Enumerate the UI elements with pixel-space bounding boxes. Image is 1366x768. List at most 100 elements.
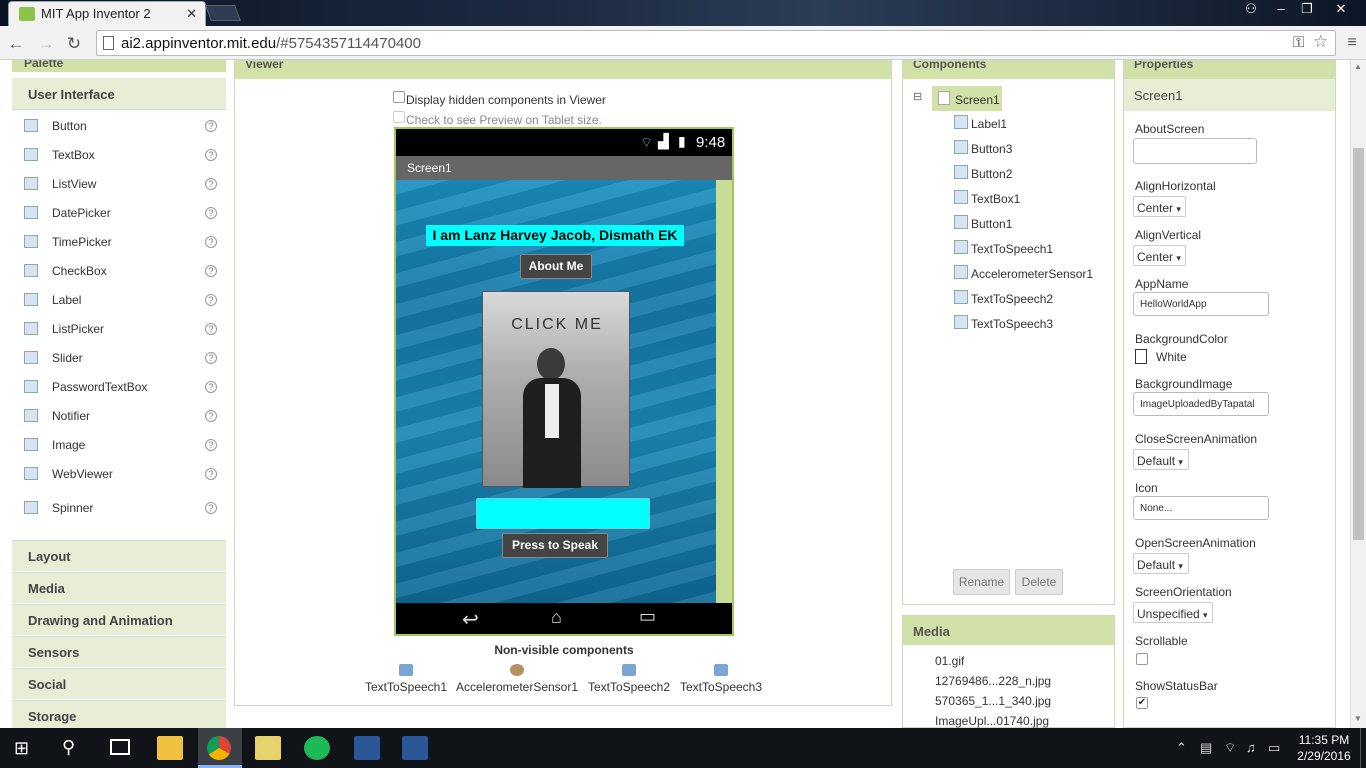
help-icon[interactable]: ? <box>205 468 217 480</box>
tablet-preview-checkbox[interactable] <box>393 111 405 123</box>
about-screen-input[interactable] <box>1133 138 1257 164</box>
media-file[interactable]: 570365_1...1_340.jpg <box>935 694 1051 708</box>
help-icon[interactable]: ? <box>205 120 217 132</box>
nonvisible-tts2[interactable]: TextToSpeech2 <box>584 664 674 694</box>
chrome-menu-icon[interactable]: ≡ <box>1342 34 1362 52</box>
help-icon[interactable]: ? <box>205 410 217 422</box>
palette-category-social[interactable]: Social <box>12 668 226 699</box>
palette-item-webviewer[interactable]: WebViewer? <box>12 460 226 489</box>
palette-category-media[interactable]: Media <box>12 572 226 603</box>
help-icon[interactable]: ? <box>205 352 217 364</box>
help-icon[interactable]: ? <box>205 265 217 277</box>
help-icon[interactable]: ? <box>205 149 217 161</box>
spotify-icon[interactable] <box>304 736 330 760</box>
tray-wifi-icon[interactable]: ⌔ <box>1224 740 1236 756</box>
icon-input[interactable]: None... <box>1133 496 1269 520</box>
show-hidden-checkbox[interactable] <box>393 91 405 103</box>
press-to-speak-button[interactable]: Press to Speak <box>502 533 608 558</box>
address-bar[interactable]: ai2.appinventor.mit.edu/#575435711447040… <box>96 30 1336 56</box>
scroll-up-icon[interactable]: ▲ <box>1354 62 1362 71</box>
textbox1-preview[interactable] <box>476 498 650 529</box>
bookmark-star-icon[interactable]: ☆ <box>1313 32 1328 52</box>
windows-start-icon[interactable]: ⊞ <box>14 738 29 759</box>
chrome-taskbar-button[interactable] <box>198 728 242 768</box>
file-explorer-icon[interactable] <box>157 736 183 760</box>
palette-item-passwordtextbox[interactable]: PasswordTextBox? <box>12 373 226 402</box>
show-status-bar-checkbox[interactable]: ✔ <box>1136 697 1148 709</box>
help-icon[interactable]: ? <box>205 323 217 335</box>
close-anim-dropdown[interactable]: Default ▾ <box>1133 449 1189 470</box>
browser-tab[interactable]: MIT App Inventor 2 ✕ <box>8 1 206 26</box>
user-profile-icon[interactable]: ⚇ <box>1238 0 1264 18</box>
palette-item-listview[interactable]: ListView? <box>12 170 226 199</box>
back-icon[interactable]: ← <box>6 34 26 54</box>
palette-category-layout[interactable]: Layout <box>12 540 226 571</box>
nonvisible-tts3[interactable]: TextToSpeech3 <box>676 664 766 694</box>
app-name-input[interactable]: HelloWorldApp <box>1133 292 1269 316</box>
click-me-image-button[interactable]: CLICK ME <box>482 291 630 488</box>
search-icon[interactable]: ⚲ <box>62 737 75 758</box>
background-image-input[interactable]: ImageUploadedByTapatal <box>1133 392 1269 416</box>
palette-item-button[interactable]: Button? <box>12 112 226 141</box>
help-icon[interactable]: ? <box>205 294 217 306</box>
scrollable-checkbox[interactable] <box>1136 653 1148 665</box>
visio-icon[interactable] <box>354 736 380 760</box>
screen-orientation-dropdown[interactable]: Unspecified ▾ <box>1133 602 1213 623</box>
about-me-button[interactable]: About Me <box>520 254 592 279</box>
palette-item-listpicker[interactable]: ListPicker? <box>12 315 226 344</box>
open-anim-dropdown[interactable]: Default ▾ <box>1133 553 1189 574</box>
taskbar-clock[interactable]: 11:35 PM 2/29/2016 <box>1290 732 1358 764</box>
background-color-value[interactable]: White <box>1156 350 1187 364</box>
palette-category-drawing-and-animation[interactable]: Drawing and Animation <box>12 604 226 635</box>
palette-item-label[interactable]: Label? <box>12 286 226 315</box>
help-icon[interactable]: ? <box>205 502 217 514</box>
palette-category-sensors[interactable]: Sensors <box>12 636 226 667</box>
show-desktop-button[interactable] <box>1360 728 1366 768</box>
scrollbar-thumb[interactable] <box>1353 148 1364 540</box>
tray-device-icon[interactable]: ▤ <box>1200 740 1212 756</box>
tab-close-icon[interactable]: ✕ <box>186 6 197 22</box>
restore-icon[interactable]: ❐ <box>1294 0 1320 18</box>
palette-category-storage[interactable]: Storage <box>12 700 226 731</box>
page-scrollbar[interactable]: ▲ ▼ <box>1350 60 1366 728</box>
palette-category-user-interface[interactable]: User Interface <box>12 78 226 110</box>
help-icon[interactable]: ? <box>205 178 217 190</box>
palette-item-image[interactable]: Image? <box>12 431 226 460</box>
tray-chevron-icon[interactable]: ⌃ <box>1176 740 1187 756</box>
tray-keyboard-icon[interactable]: ▭ <box>1268 740 1280 756</box>
palette-item-checkbox[interactable]: CheckBox? <box>12 257 226 286</box>
tray-volume-icon[interactable]: ♫ <box>1246 740 1256 755</box>
screen1-tree-node[interactable]: Screen1 <box>932 86 1002 111</box>
reload-icon[interactable]: ↻ <box>64 34 84 54</box>
media-file[interactable]: 12769486...228_n.jpg <box>935 674 1051 688</box>
phone-screen[interactable]: I am Lanz Harvey Jacob, Dismath EK About… <box>396 180 716 603</box>
scroll-down-icon[interactable]: ▼ <box>1354 714 1362 723</box>
align-vertical-dropdown[interactable]: Center ▾ <box>1133 245 1186 266</box>
palette-item-spinner[interactable]: Spinner? <box>12 494 226 523</box>
align-horizontal-dropdown[interactable]: Center ▾ <box>1133 196 1186 217</box>
palette-item-notifier[interactable]: Notifier? <box>12 402 226 431</box>
palette-item-datepicker[interactable]: DatePicker? <box>12 199 226 228</box>
palette-item-textbox[interactable]: TextBox? <box>12 141 226 170</box>
rename-button[interactable]: Rename <box>953 569 1010 595</box>
new-tab-button[interactable] <box>205 5 241 21</box>
help-icon[interactable]: ? <box>205 236 217 248</box>
collapse-tree-icon[interactable]: ⊟ <box>913 90 922 103</box>
media-file[interactable]: 01.gif <box>935 654 964 668</box>
nonvisible-accelerometer[interactable]: AccelerometerSensor1 <box>454 664 580 694</box>
key-icon[interactable]: ⚿ <box>1293 34 1304 51</box>
help-icon[interactable]: ? <box>205 439 217 451</box>
label1-preview[interactable]: I am Lanz Harvey Jacob, Dismath EK <box>426 225 684 246</box>
word-icon[interactable] <box>402 736 428 760</box>
help-icon[interactable]: ? <box>205 381 217 393</box>
media-file[interactable]: ImageUpl...01740.jpg <box>935 714 1049 728</box>
folder-app-icon[interactable] <box>255 736 281 760</box>
palette-item-timepicker[interactable]: TimePicker? <box>12 228 226 257</box>
nonvisible-tts1[interactable]: TextToSpeech1 <box>361 664 451 694</box>
task-view-icon[interactable] <box>110 739 130 755</box>
delete-button[interactable]: Delete <box>1015 569 1063 595</box>
palette-item-slider[interactable]: Slider? <box>12 344 226 373</box>
help-icon[interactable]: ? <box>205 207 217 219</box>
forward-icon[interactable]: → <box>36 34 56 54</box>
minimize-icon[interactable]: – <box>1268 0 1294 18</box>
